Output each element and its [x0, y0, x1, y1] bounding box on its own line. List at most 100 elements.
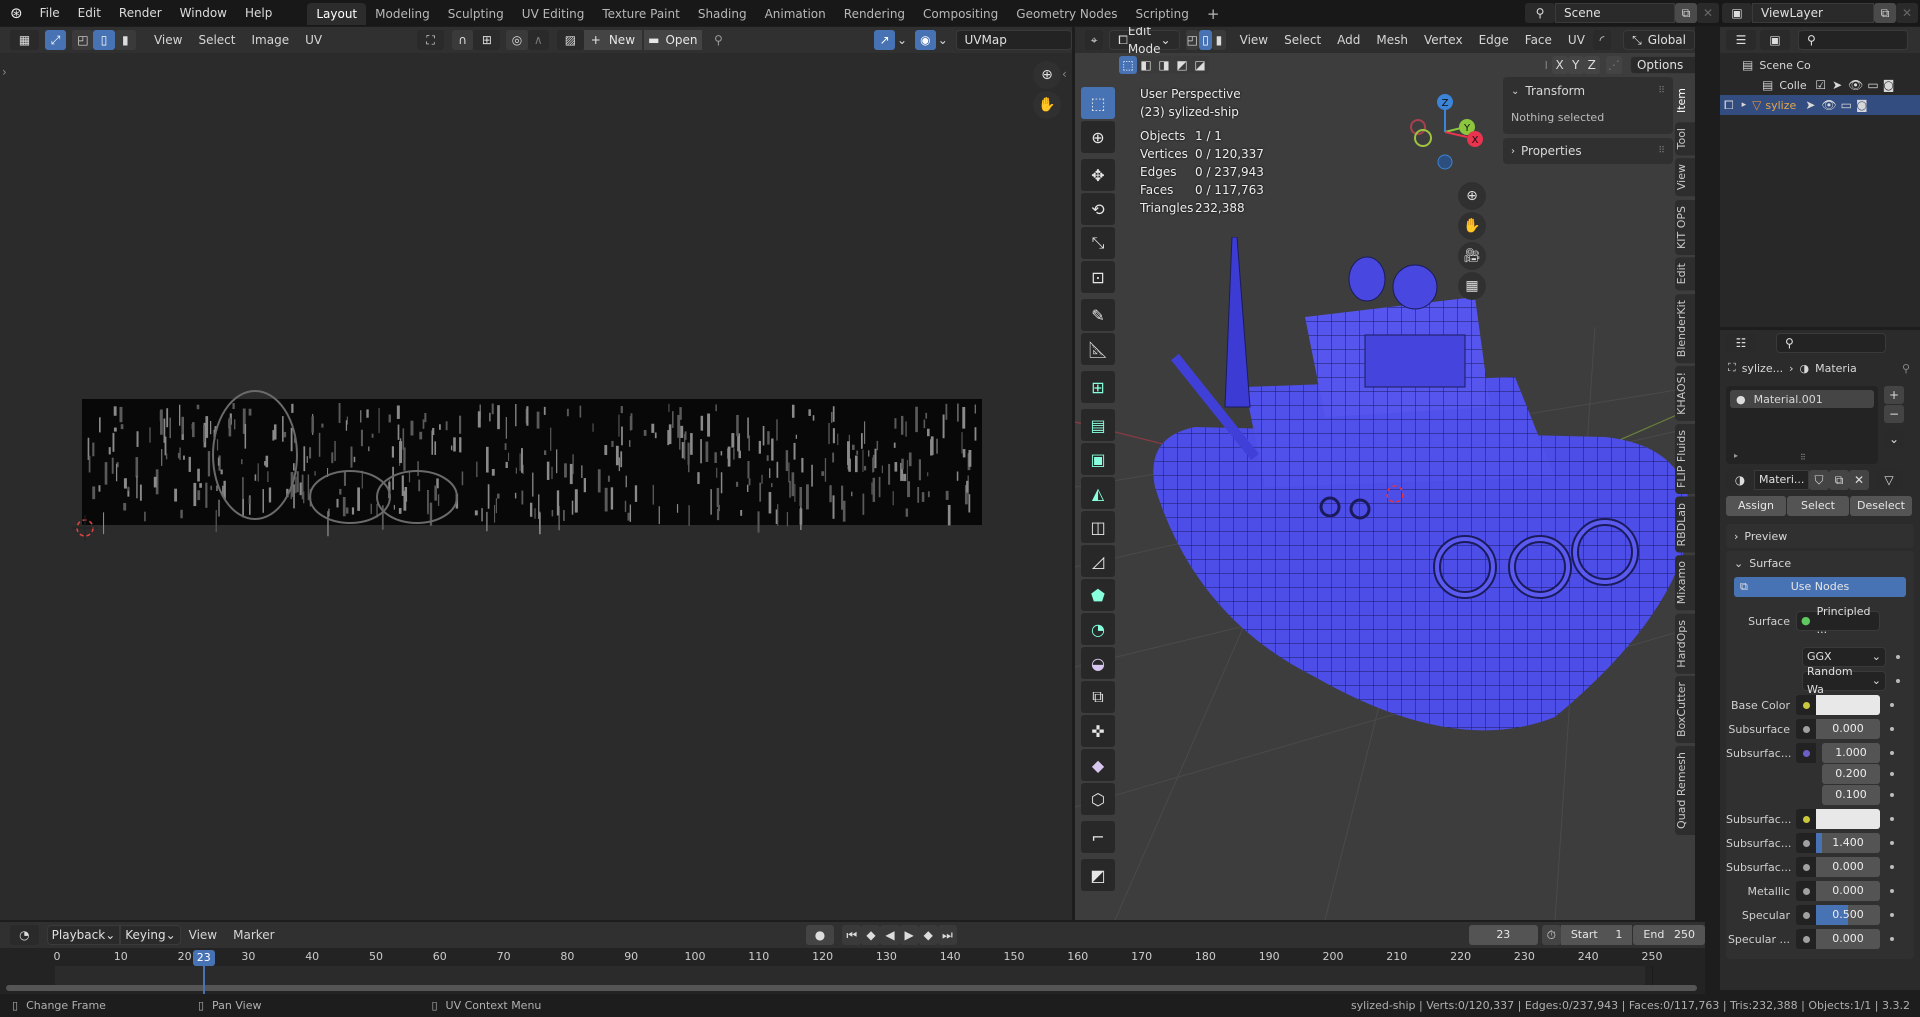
hops-tool-icon[interactable]: ⌐ — [1081, 821, 1115, 853]
deselect-button[interactable]: Deselect — [1850, 496, 1912, 516]
poly-build-tool-icon[interactable]: ⬟ — [1081, 579, 1115, 611]
uv-menu-select[interactable]: Select — [190, 33, 243, 47]
uv-snap-dropdown-icon[interactable]: ⌄ — [895, 30, 909, 50]
fake-user-icon[interactable]: ⛉ — [1809, 470, 1829, 490]
scene-field[interactable]: Scene — [1555, 3, 1675, 23]
shader-input-value[interactable]: 0.200 — [1822, 764, 1880, 784]
pin-icon[interactable]: ⚲ — [708, 30, 729, 50]
socket-icon[interactable] — [1796, 905, 1816, 925]
playback-menu[interactable]: Playback ⌄ — [46, 925, 121, 945]
spin-tool-icon[interactable]: ◔ — [1081, 613, 1115, 645]
inset-tool-icon[interactable]: ▣ — [1081, 443, 1115, 475]
tab-rbdlab[interactable]: RBDLab — [1675, 496, 1695, 553]
pan-hand-icon[interactable]: ✋ — [1458, 212, 1486, 240]
shader-input-value[interactable]: 0.500 — [1816, 905, 1880, 925]
drag-handle-icon[interactable]: ⠿ — [1658, 86, 1665, 96]
2d-cursor-icon[interactable] — [72, 515, 98, 541]
surface-panel-header[interactable]: ⌄ Surface — [1726, 551, 1914, 575]
socket-icon[interactable] — [1796, 881, 1816, 901]
select-subtract-icon[interactable]: ◨ — [1155, 56, 1173, 74]
options-dropdown[interactable]: Options ⌄ — [1629, 56, 1695, 88]
snap-icon[interactable]: ∩ — [452, 30, 474, 50]
play-reverse-icon[interactable]: ◀ — [880, 925, 900, 945]
socket-icon[interactable] — [1796, 833, 1816, 853]
play-icon[interactable]: ▶ — [899, 925, 919, 945]
extrude-tool-icon[interactable]: ▤ — [1081, 409, 1115, 441]
shear-tool-icon[interactable]: ◆ — [1081, 749, 1115, 781]
menu-render[interactable]: Render — [110, 0, 171, 26]
socket-icon[interactable] — [1796, 743, 1816, 763]
proportional-edit-icon[interactable]: ◎ — [506, 30, 528, 50]
duplicate-viewlayer-icon[interactable]: ⧉ — [1874, 3, 1896, 23]
select-box-new-icon[interactable]: ⬚ — [1119, 56, 1137, 74]
edge-mode-icon[interactable]: ▯ — [1198, 30, 1213, 50]
open-image-button[interactable]: ▬ Open — [643, 30, 702, 50]
mode-selector[interactable]: ⧠ Edit Mode ⌄ — [1109, 27, 1180, 56]
zoom-icon[interactable]: ⊕ — [1458, 182, 1486, 210]
vertex-mode-icon[interactable]: ◰ — [1185, 30, 1199, 50]
shader-input-value[interactable]: 0.000 — [1816, 719, 1880, 739]
edit-mode-icon[interactable]: ⧠ — [1724, 98, 1734, 113]
pin-icon[interactable]: ⚲ — [1902, 362, 1910, 375]
vp-menu-add[interactable]: Add — [1329, 33, 1368, 47]
falloff-icon[interactable]: ∧ — [527, 30, 549, 50]
tab-hardops[interactable]: HardOps — [1675, 613, 1695, 674]
tab-flip-fluids[interactable]: FLIP Fluids — [1675, 423, 1695, 494]
tab-compositing[interactable]: Compositing — [914, 3, 1007, 25]
pivot-icon[interactable]: ⛶ — [417, 30, 445, 50]
render-camera-icon[interactable]: ◙ — [1856, 98, 1868, 112]
timeline-ruler[interactable]: 0 10 20 30 40 50 60 70 80 90 100 110 120 130 140 150 160… — [0, 948, 1705, 994]
browse-material-icon[interactable]: ◑ — [1726, 470, 1754, 490]
add-cube-tool-icon[interactable]: ⊞ — [1081, 371, 1115, 403]
uv-overlay-dropdown-icon[interactable]: ⌄ — [936, 30, 950, 50]
socket-icon[interactable] — [1796, 929, 1816, 949]
tab-item[interactable]: Item — [1675, 82, 1695, 120]
blender-logo-icon[interactable]: ⊛ — [0, 4, 31, 22]
viewlayer-icon[interactable]: ▣ — [1722, 3, 1752, 23]
display-mode-icon[interactable]: ☰ — [1726, 30, 1756, 50]
tab-boxcutter[interactable]: BoxCutter — [1675, 676, 1695, 744]
outliner-row-scene-collection[interactable]: ▤ Scene Co — [1720, 55, 1920, 75]
monitor-icon[interactable]: ▭ — [1841, 98, 1852, 112]
material-slot-list[interactable]: ● Material.001 ▸ ⠿ — [1726, 386, 1878, 464]
use-nodes-button[interactable]: ⧉ Use Nodes — [1734, 577, 1906, 597]
uv-overlay-icon[interactable]: ◉ — [914, 30, 936, 50]
vertex-select-icon[interactable]: ◰ — [72, 30, 94, 50]
tab-shading[interactable]: Shading — [689, 3, 756, 25]
tab-modeling[interactable]: Modeling — [366, 3, 439, 25]
rotate-tool-icon[interactable]: ⟲ — [1081, 193, 1115, 225]
outliner-search-input[interactable]: ⚲ — [1798, 30, 1908, 50]
viewlayer-field[interactable]: ViewLayer — [1752, 3, 1874, 23]
mirror-y-button[interactable]: Y — [1567, 56, 1584, 74]
link-type-icon[interactable]: ▽ — [1875, 470, 1903, 490]
uvmap-field[interactable]: UVMap — [955, 30, 1073, 50]
orientation-selector[interactable]: ⤡ Global — [1623, 30, 1695, 50]
delete-viewlayer-icon[interactable]: ✕ — [1896, 3, 1918, 23]
editor-type-icon[interactable]: ▦ — [10, 30, 39, 50]
face-mode-icon[interactable]: ▮ — [1212, 30, 1226, 50]
tab-rendering[interactable]: Rendering — [835, 3, 914, 25]
material-name-field[interactable]: Materi... — [1754, 470, 1809, 490]
keying-menu[interactable]: Keying ⌄ — [120, 925, 181, 945]
filter-icon[interactable]: ▣ — [1760, 30, 1790, 50]
uv-editor[interactable]: ▦ ⤢ ◰ ▯ ▮ View Select Image UV ⛶ ∩ ⊞ ◎ ∧… — [0, 27, 1073, 920]
add-slot-button[interactable]: + — [1884, 386, 1904, 404]
tab-animation[interactable]: Animation — [756, 3, 835, 25]
jump-start-icon[interactable]: ⏮ — [842, 925, 862, 945]
playhead-frame-label[interactable]: 23 — [192, 950, 215, 966]
cursor-tool-icon[interactable]: ⊕ — [1081, 121, 1115, 153]
end-frame-field[interactable]: End 250 — [1633, 925, 1705, 945]
delete-scene-icon[interactable]: ✕ — [1697, 3, 1719, 23]
menu-window[interactable]: Window — [171, 0, 236, 26]
add-workspace-button[interactable]: + — [1198, 3, 1229, 25]
new-image-button[interactable]: + New — [583, 30, 642, 50]
scene-icon[interactable]: ⚲ — [1525, 3, 1555, 23]
select-box-tool-icon[interactable]: ⬚ — [1081, 87, 1115, 119]
vp-overlay-icon[interactable]: ◜ — [1592, 30, 1612, 50]
tab-khaos[interactable]: KHAOS! — [1675, 366, 1695, 421]
eye-icon[interactable]: 👁︎ — [1821, 98, 1836, 112]
rip-tool-icon[interactable]: ⬡ — [1081, 783, 1115, 815]
smooth-tool-icon[interactable]: ◒ — [1081, 647, 1115, 679]
3d-viewport[interactable]: ⌖ ⧠ Edit Mode ⌄ ◰ ▯ ▮ View Select Add Mesh… — [1075, 27, 1695, 920]
tab-uv-editing[interactable]: UV Editing — [513, 3, 594, 25]
